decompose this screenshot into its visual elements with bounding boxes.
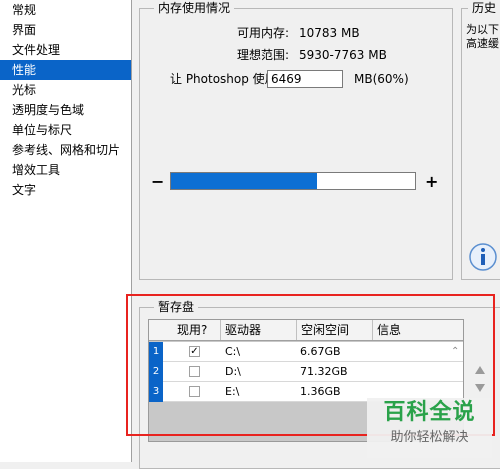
history-text-line2: 高速缓 <box>466 37 499 50</box>
memory-unit-label: MB(60%) <box>354 72 409 86</box>
preferences-sidebar: 常规 界面 文件处理 性能 光标 透明度与色域 单位与标尺 参考线、网格和切片 … <box>0 0 132 462</box>
watermark-title: 百科全说 <box>383 400 476 425</box>
history-title: 历史 <box>468 1 500 15</box>
sidebar-item-cursors[interactable]: 光标 <box>0 80 131 100</box>
sidebar-item-general[interactable]: 常规 <box>0 0 131 20</box>
increase-memory-plus[interactable]: + <box>425 174 438 190</box>
sidebar-item-file-handling[interactable]: 文件处理 <box>0 40 131 60</box>
sidebar-item-type[interactable]: 文字 <box>0 180 131 200</box>
watermark-subtitle: 助你轻松解决 <box>390 430 469 445</box>
sidebar-item-transparency-gamut[interactable]: 透明度与色域 <box>0 100 131 120</box>
sidebar-item-interface[interactable]: 界面 <box>0 20 131 40</box>
ideal-range-value: 5930-7763 MB <box>299 48 387 62</box>
memory-slider-track[interactable] <box>170 172 416 190</box>
memory-amount-input[interactable]: 6469 <box>267 70 343 88</box>
info-icon <box>469 243 497 271</box>
ideal-range-label: 理想范围: <box>237 48 290 62</box>
memory-usage-group: 内存使用情况 <box>139 1 453 280</box>
memory-slider-fill <box>171 173 318 189</box>
sidebar-item-guides-grid-slices[interactable]: 参考线、网格和切片 <box>0 140 131 160</box>
available-memory-value: 10783 MB <box>299 26 360 40</box>
watermark: 百科全说 助你轻松解决 <box>367 398 492 458</box>
available-memory-label: 可用内存: <box>237 26 290 40</box>
sidebar-item-units-rulers[interactable]: 单位与标尺 <box>0 120 131 140</box>
decrease-memory-minus[interactable]: − <box>151 174 164 190</box>
sidebar-item-plugins[interactable]: 增效工具 <box>0 160 131 180</box>
sidebar-item-performance[interactable]: 性能 <box>0 60 131 80</box>
memory-usage-title: 内存使用情况 <box>154 1 235 15</box>
